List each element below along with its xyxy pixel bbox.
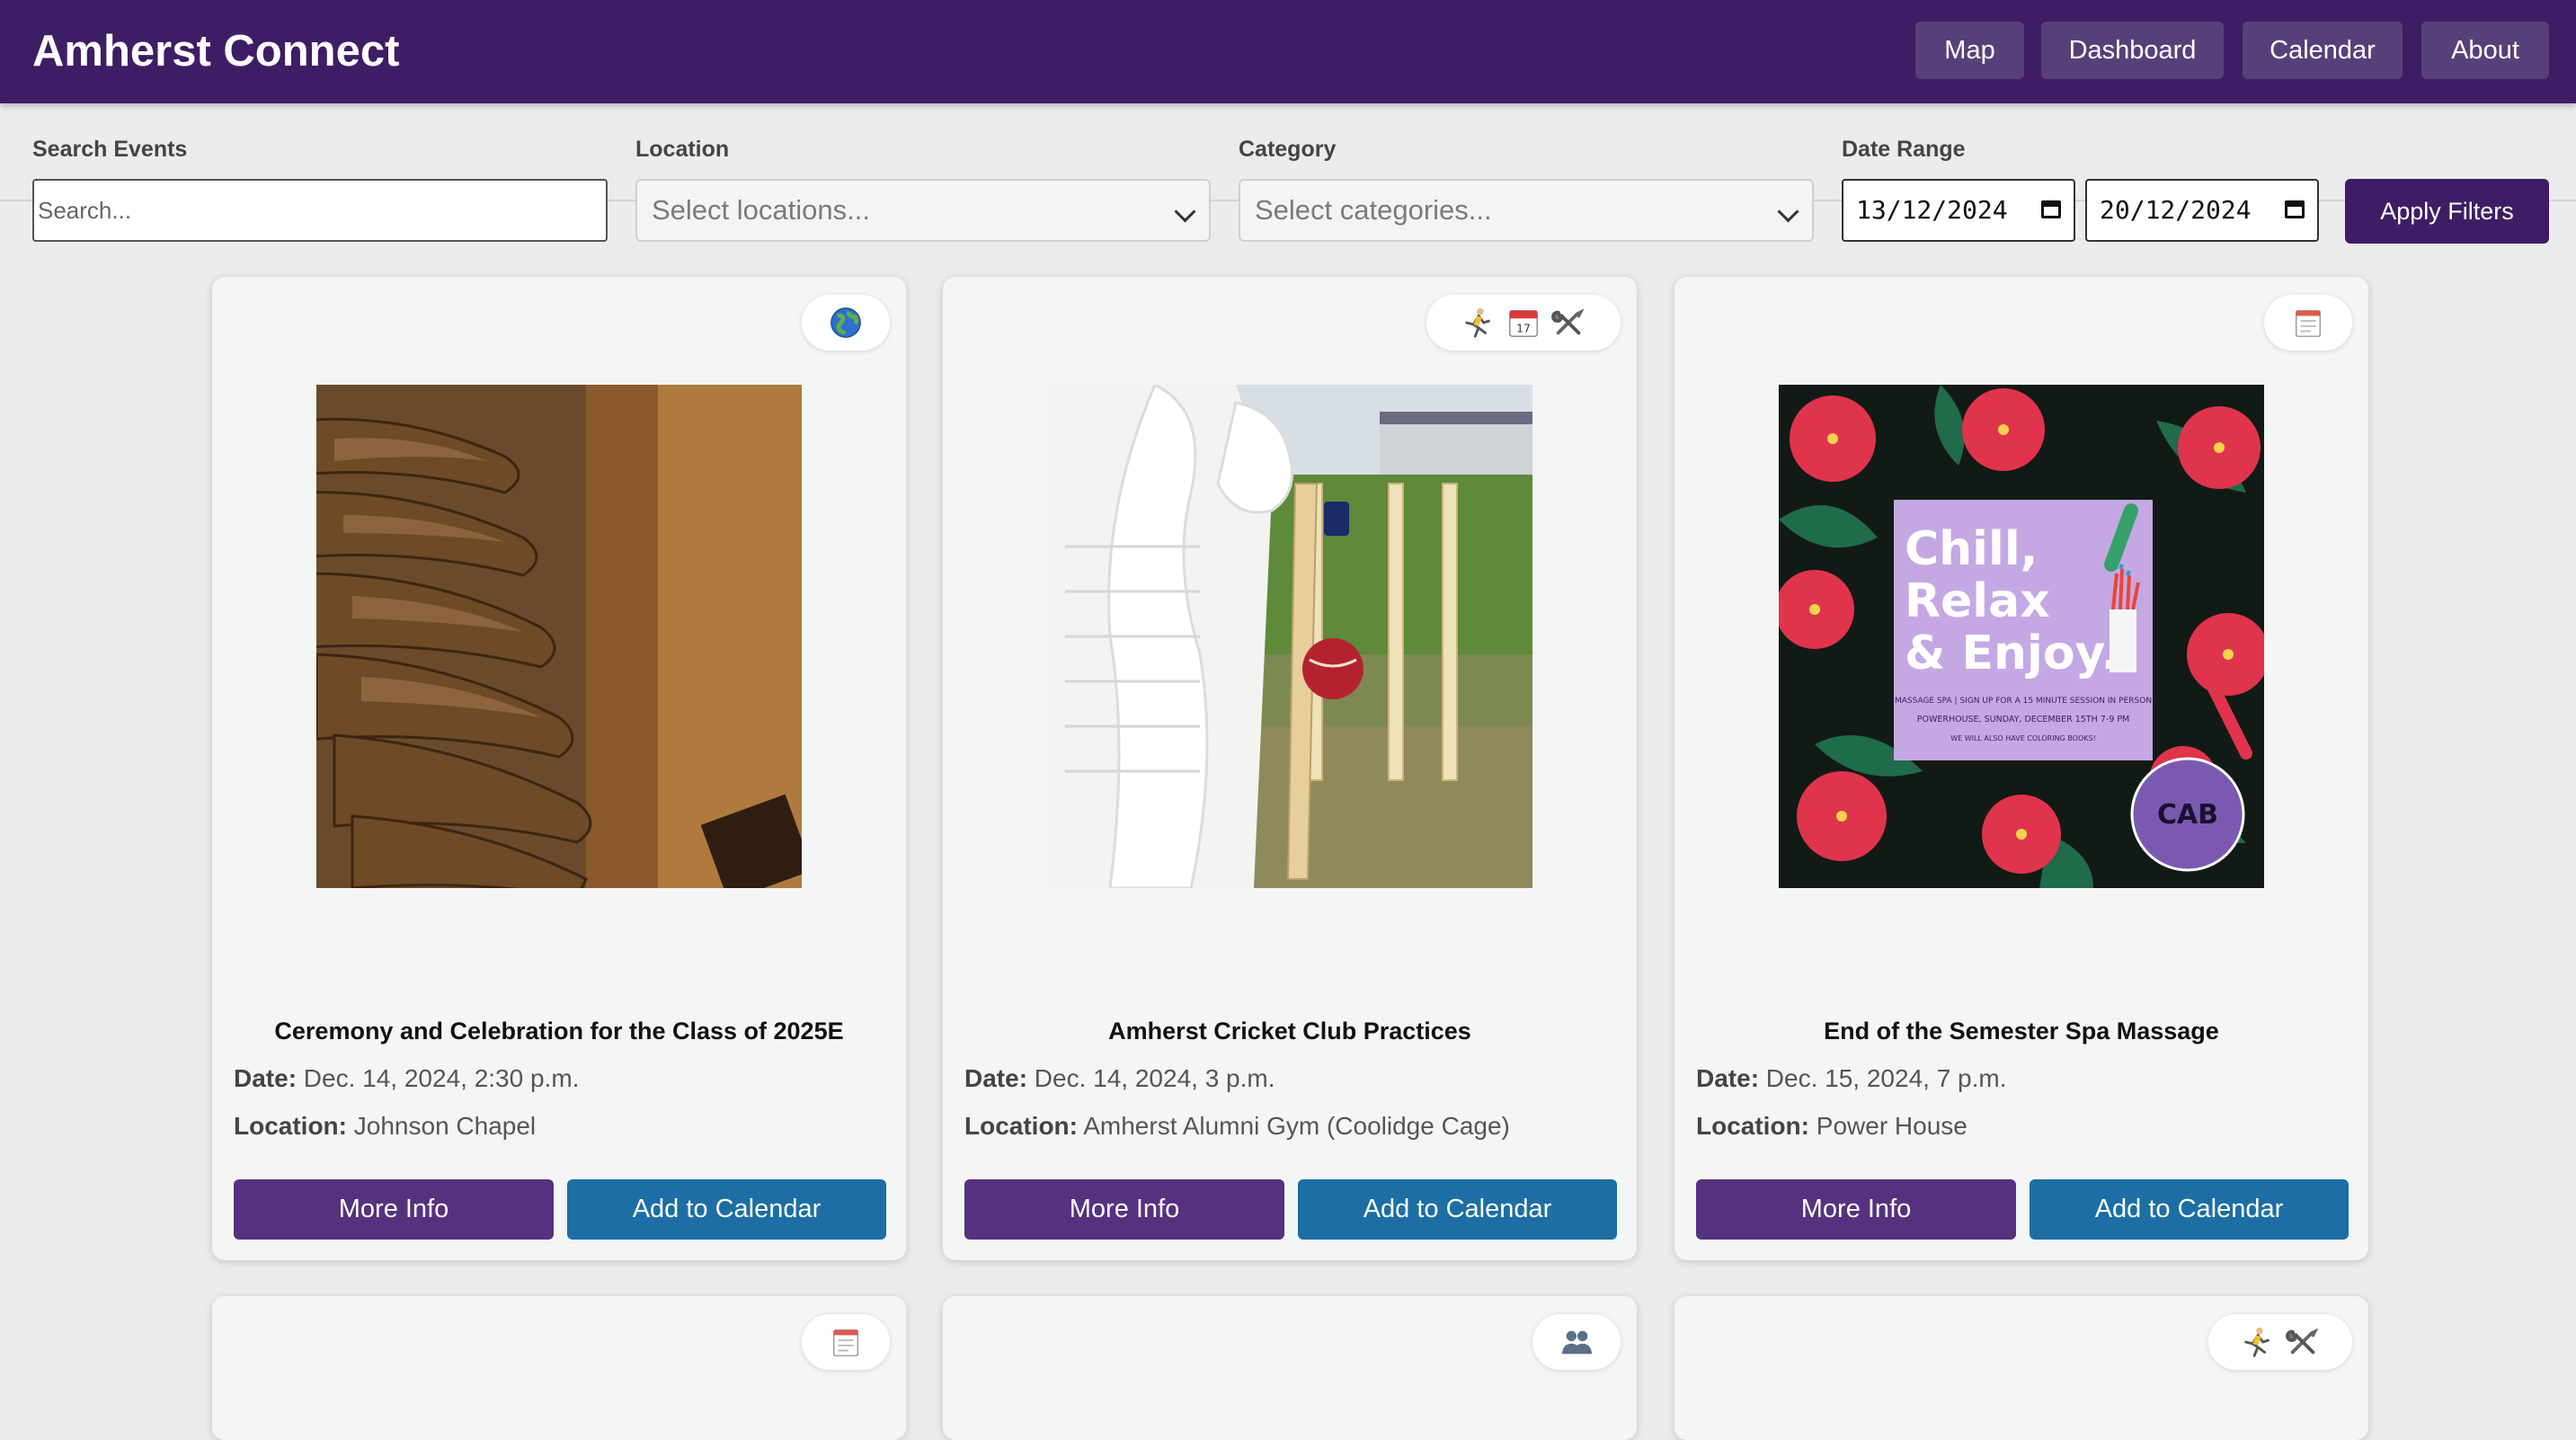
event-card (1674, 1296, 2368, 1440)
event-title: End of the Semester Spa Massage (1824, 1018, 2219, 1044)
date-start-value: 13/12/2024 (1856, 195, 2008, 225)
category-label: Category (1239, 137, 1337, 162)
location-label: Location: (1696, 1112, 1809, 1140)
notepad-icon (829, 1325, 863, 1359)
date-end-input[interactable]: 20/12/2024 (2085, 179, 2319, 242)
location-value: Amherst Alumni Gym (Coolidge Cage) (1083, 1112, 1510, 1140)
location-select[interactable]: Select locations... (635, 179, 1211, 242)
more-info-button[interactable]: More Info (964, 1179, 1284, 1240)
event-title: Ceremony and Celebration for the Class o… (274, 1018, 844, 1044)
flyer-line-1: MASSAGE SPA | SIGN UP FOR A 15 MINUTE SE… (1895, 697, 2152, 706)
nav-dashboard-button[interactable]: Dashboard (2041, 22, 2224, 79)
category-badge (1532, 1314, 1621, 1370)
more-info-button[interactable]: More Info (1696, 1179, 2016, 1240)
event-location: Location: Power House (1696, 1112, 1968, 1141)
event-date: Date: Dec. 15, 2024, 7 p.m. (1696, 1064, 2007, 1093)
nav-calendar-button[interactable]: Calendar (2243, 22, 2403, 79)
category-badge: 17 (1426, 295, 1621, 351)
category-select[interactable]: Select categories... (1239, 179, 1814, 242)
flyer-line-2: POWERHOUSE, SUNDAY, DECEMBER 15TH 7-9 PM (1917, 715, 2130, 724)
runner-icon (1461, 306, 1496, 340)
location-label: Location (635, 137, 730, 162)
date-range-label: Date Range (1842, 137, 1966, 162)
category-badge (802, 1314, 890, 1370)
calendar-picker-icon[interactable] (2285, 200, 2305, 218)
flyer-line-3: WE WILL ALSO HAVE COLORING BOOKS! (1950, 734, 2096, 742)
event-image-spa-flyer: Chill, Relax & Enjoy. MASSAGE SPA | SIGN… (1779, 385, 2264, 888)
apply-filters-button[interactable]: Apply Filters (2345, 179, 2549, 244)
globe-icon (829, 306, 863, 340)
event-card (943, 1296, 1637, 1440)
add-to-calendar-button[interactable]: Add to Calendar (2030, 1179, 2349, 1240)
date-end-value: 20/12/2024 (2100, 195, 2252, 225)
category-badge (802, 295, 890, 351)
event-location: Location: Johnson Chapel (234, 1112, 536, 1141)
search-input[interactable]: Search... (32, 179, 608, 242)
app-title[interactable]: Amherst Connect (32, 23, 399, 79)
date-value: Dec. 15, 2024, 7 p.m. (1765, 1064, 2007, 1092)
flyer-headline-1: Chill, (1905, 522, 2038, 576)
date-value: Dec. 14, 2024, 3 p.m. (1034, 1064, 1275, 1092)
flyer-logo: CAB (2157, 799, 2218, 831)
location-label: Location: (234, 1112, 347, 1140)
flyer-headline-3: & Enjoy. (1905, 627, 2119, 680)
app-header: Amherst Connect Map Dashboard Calendar A… (0, 0, 2576, 103)
chevron-down-icon (1174, 200, 1196, 223)
date-start-input[interactable]: 13/12/2024 (1842, 179, 2075, 242)
flyer-headline-2: Relax (1905, 574, 2050, 628)
tools-icon (2286, 1325, 2320, 1359)
event-image-chairs (316, 385, 802, 888)
event-card: Chill, Relax & Enjoy. MASSAGE SPA | SIGN… (1674, 277, 2368, 1260)
calendar-icon: 17 (1506, 306, 1541, 340)
chevron-down-icon (1777, 200, 1799, 223)
location-select-placeholder: Select locations... (652, 194, 870, 226)
nav-about-button[interactable]: About (2421, 22, 2549, 79)
date-value: Dec. 14, 2024, 2:30 p.m. (303, 1064, 580, 1092)
category-badge (2208, 1314, 2352, 1370)
location-value: Johnson Chapel (353, 1112, 537, 1140)
search-label: Search Events (32, 137, 188, 162)
event-date: Date: Dec. 14, 2024, 3 p.m. (964, 1064, 1275, 1093)
people-icon (1559, 1325, 1594, 1359)
add-to-calendar-button[interactable]: Add to Calendar (567, 1179, 886, 1240)
category-badge (2264, 295, 2352, 351)
runner-icon (2241, 1325, 2275, 1359)
category-select-placeholder: Select categories... (1255, 194, 1492, 226)
nav-map-button[interactable]: Map (1915, 22, 2024, 79)
event-card (212, 1296, 906, 1440)
event-card: 17 Amherst Cricket Club Practices Date: … (943, 277, 1637, 1260)
notepad-icon (2291, 306, 2325, 340)
svg-text:17: 17 (1516, 322, 1531, 334)
tools-icon (1551, 306, 1586, 340)
event-card: Ceremony and Celebration for the Class o… (212, 277, 906, 1260)
event-title: Amherst Cricket Club Practices (1108, 1018, 1471, 1044)
event-location: Location: Amherst Alumni Gym (Coolidge C… (964, 1112, 1510, 1141)
date-label: Date: (1696, 1064, 1760, 1092)
more-info-button[interactable]: More Info (234, 1179, 554, 1240)
calendar-picker-icon[interactable] (2041, 200, 2061, 218)
add-to-calendar-button[interactable]: Add to Calendar (1298, 1179, 1617, 1240)
event-date: Date: Dec. 14, 2024, 2:30 p.m. (234, 1064, 579, 1093)
event-image-cricket (1047, 385, 1532, 888)
location-label: Location: (964, 1112, 1078, 1140)
date-label: Date: (964, 1064, 1028, 1092)
date-label: Date: (234, 1064, 298, 1092)
location-value: Power House (1816, 1112, 1968, 1140)
